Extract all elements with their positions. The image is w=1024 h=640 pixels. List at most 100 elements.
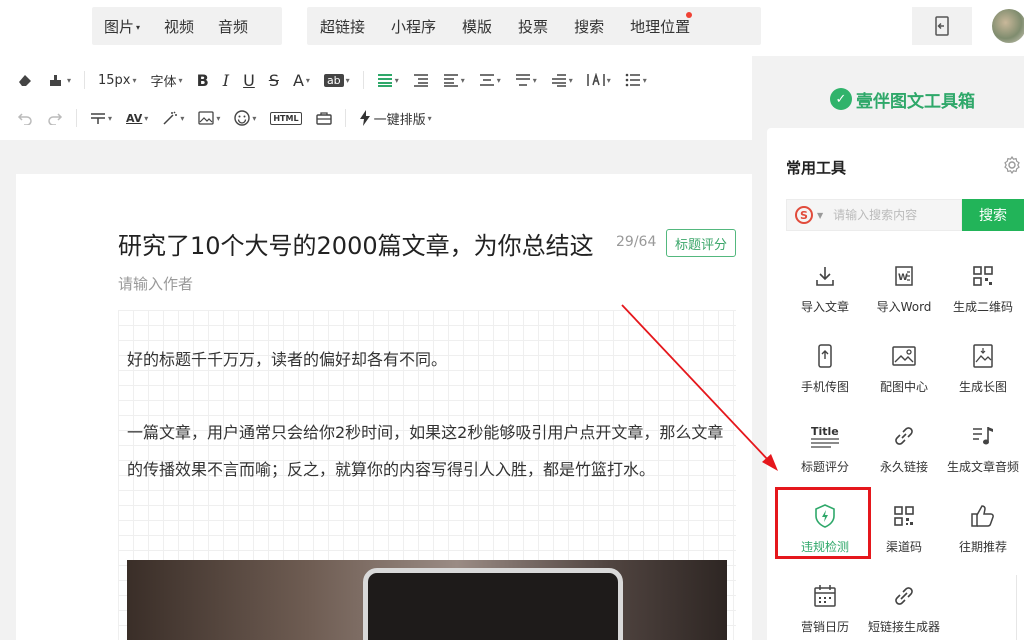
- gear-icon[interactable]: [1003, 156, 1021, 174]
- tool-past-recommend[interactable]: 往期推荐: [944, 500, 1022, 564]
- article-title-input[interactable]: 研究了10个大号的2000篇文章，为你总结这: [118, 226, 608, 262]
- align-left-icon: [377, 74, 392, 87]
- magic-wand-button[interactable]: ▾: [155, 104, 191, 132]
- download-icon: [816, 267, 834, 286]
- content-insert-group: 超链接 小程序 模版 投票 搜索 地理位置: [307, 7, 761, 45]
- tool-short-link[interactable]: 短链接生成器: [865, 580, 943, 640]
- article-image[interactable]: [127, 560, 727, 640]
- toolbar-divider: [362, 71, 364, 89]
- avatar[interactable]: [992, 9, 1024, 43]
- tool-long-image[interactable]: 生成长图: [944, 340, 1022, 404]
- media-insert-group: 图片 ▾ 视频 音频: [92, 7, 282, 45]
- title-score-button[interactable]: 标题评分: [666, 229, 736, 257]
- tool-generate-qrcode[interactable]: 生成二维码: [944, 260, 1022, 324]
- indent-right-button[interactable]: ▾: [436, 66, 472, 94]
- lightning-icon: [359, 110, 370, 126]
- eraser-button[interactable]: [10, 66, 40, 94]
- italic-button[interactable]: I: [216, 66, 236, 94]
- format-toolbar: ▾ 15px ▾ 字体 ▾ B I U S A ▾ ab ▾ ▾ ▾ ▾ ▾ ▾ ▾ ▾…: [0, 56, 752, 140]
- emoji-button[interactable]: ▾: [227, 104, 263, 132]
- toolbar-row-1: ▾ 15px ▾ 字体 ▾ B I U S A ▾ ab ▾ ▾ ▾ ▾ ▾ ▾ ▾ ▾: [10, 62, 654, 98]
- format-painter-button[interactable]: ▾: [40, 66, 78, 94]
- letter-spacing-button[interactable]: ▾: [580, 66, 618, 94]
- chevron-down-icon[interactable]: ▼: [817, 211, 823, 220]
- font-color-button[interactable]: A ▾: [286, 66, 317, 94]
- search-button-top[interactable]: 搜索: [561, 16, 617, 37]
- strikethrough-button[interactable]: S: [262, 66, 286, 94]
- title-icon: Title: [811, 425, 839, 448]
- top-bar: 图片 ▾ 视频 音频 超链接 小程序 模版 投票 搜索 地理位置: [0, 0, 1024, 56]
- insert-image-menu[interactable]: 图片 ▾: [92, 16, 152, 37]
- insert-miniprogram-button[interactable]: 小程序: [378, 16, 449, 37]
- insert-hyperlink-button[interactable]: 超链接: [307, 16, 378, 37]
- article-paragraph[interactable]: 好的标题千千万万，读者的偏好却各有不同。: [127, 341, 727, 378]
- one-click-layout-button[interactable]: 一键排版 ▾: [352, 104, 439, 132]
- tool-search-button[interactable]: 搜索: [962, 199, 1024, 231]
- chevron-down-icon: ▾: [136, 22, 141, 32]
- list-button[interactable]: ▾: [618, 66, 654, 94]
- bold-button[interactable]: B: [190, 66, 216, 94]
- underline-button[interactable]: U: [236, 66, 262, 94]
- tool-image-center[interactable]: 配图中心: [865, 340, 943, 404]
- svg-text:W: W: [898, 273, 908, 283]
- tool-title-score[interactable]: Title 标题评分: [786, 420, 864, 484]
- undo-icon: [17, 113, 32, 125]
- tool-article-audio[interactable]: 生成文章音频: [944, 420, 1022, 484]
- eraser-icon: [19, 75, 31, 86]
- font-family-select[interactable]: 字体 ▾: [144, 66, 190, 94]
- html-button[interactable]: HTML: [263, 104, 308, 132]
- tool-channel-code[interactable]: 渠道码: [865, 500, 943, 564]
- toolbar-divider: [84, 71, 86, 89]
- indent-left-button[interactable]: [406, 66, 436, 94]
- background-color-button[interactable]: ab ▾: [317, 66, 357, 94]
- divider-insert-button[interactable]: ▾: [83, 104, 119, 132]
- tool-import-article[interactable]: 导入文章: [786, 260, 864, 324]
- tool-import-word[interactable]: W 导入Word: [865, 260, 943, 324]
- toolbar-divider: [344, 109, 346, 127]
- panel-scrollbar[interactable]: [1016, 575, 1024, 640]
- briefcase-icon: [315, 112, 332, 125]
- image-icon: [892, 346, 916, 366]
- text-effect-button[interactable]: AV ▾: [119, 104, 155, 132]
- thumbs-up-icon: [971, 505, 994, 527]
- insert-audio-button[interactable]: 音频: [206, 16, 260, 37]
- vote-button[interactable]: 投票: [505, 16, 561, 37]
- first-line-indent-button[interactable]: ▾: [544, 66, 580, 94]
- music-icon: [973, 427, 993, 445]
- short-link-icon: [895, 587, 913, 605]
- calendar-icon: [814, 585, 836, 607]
- exit-button[interactable]: [912, 7, 972, 45]
- format-painter-icon: [50, 75, 61, 86]
- tool-marketing-calendar[interactable]: 营销日历: [786, 580, 864, 640]
- redo-button[interactable]: [40, 104, 70, 132]
- html-icon: HTML: [270, 111, 302, 125]
- font-size-select[interactable]: 15px ▾: [91, 66, 144, 94]
- toolbox-button[interactable]: [309, 104, 339, 132]
- undo-button[interactable]: [10, 104, 40, 132]
- location-button[interactable]: 地理位置: [617, 11, 703, 37]
- paragraph-spacing-button[interactable]: ▾: [508, 66, 544, 94]
- outdent-icon: [443, 74, 458, 87]
- article-paragraph[interactable]: 一篇文章，用户通常只会给你2秒时间，如果这2秒能够吸引用户点开文章，那么文章的传…: [127, 414, 727, 488]
- yiban-logo-icon: ✓: [830, 88, 852, 110]
- first-indent-icon: [551, 74, 566, 87]
- letter-spacing-icon: [587, 73, 605, 86]
- qrcode-icon: [973, 266, 993, 286]
- author-input[interactable]: 请输入作者: [118, 273, 193, 294]
- align-button[interactable]: ▾: [370, 66, 406, 94]
- laptop-photo: [363, 568, 623, 640]
- phone-upload-icon: [818, 344, 832, 368]
- insert-image-tool[interactable]: ▾: [191, 104, 227, 132]
- highlight-icon: ab: [323, 73, 344, 87]
- search-engine-icon[interactable]: S: [795, 206, 813, 224]
- template-button[interactable]: 模版: [449, 16, 505, 37]
- tool-search-input[interactable]: [833, 208, 954, 222]
- line-height-button[interactable]: ▾: [472, 66, 508, 94]
- insert-video-button[interactable]: 视频: [152, 16, 206, 37]
- tool-phone-upload[interactable]: 手机传图: [786, 340, 864, 404]
- channel-qr-icon: [894, 506, 914, 526]
- svg-text:Title: Title: [811, 425, 839, 438]
- section-title: 常用工具: [786, 159, 847, 177]
- tool-permanent-link[interactable]: 永久链接: [865, 420, 943, 484]
- av-icon: AV: [126, 111, 143, 125]
